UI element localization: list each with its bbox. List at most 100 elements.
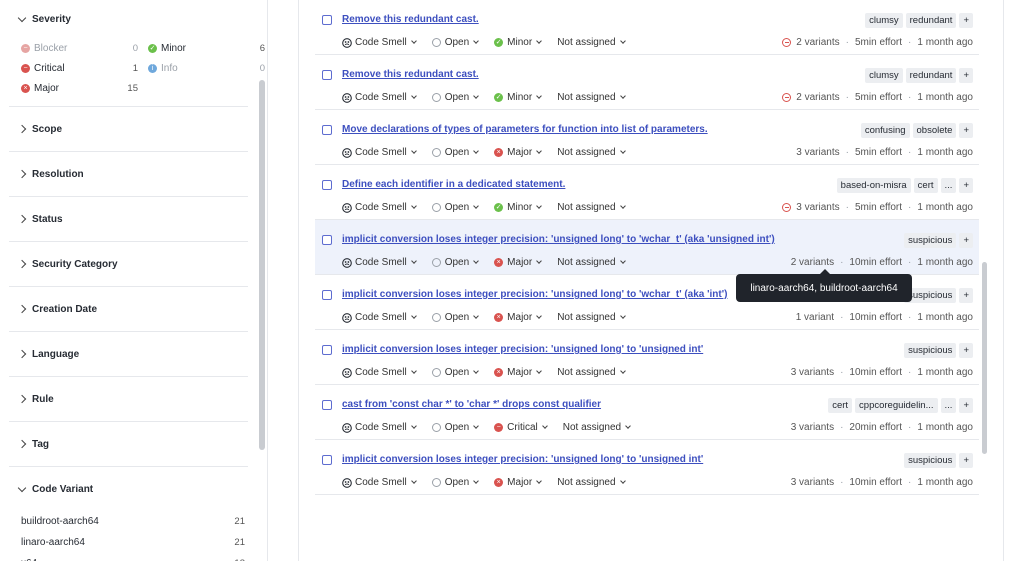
issue-tag[interactable]: based-on-misra: [836, 178, 911, 193]
facet-header[interactable]: Creation Date: [9, 287, 248, 331]
add-tag-button[interactable]: +: [959, 123, 973, 138]
issue-severity-dropdown[interactable]: × Major: [494, 257, 543, 268]
more-tags-button[interactable]: ...: [940, 398, 957, 413]
code-variant-option[interactable]: x64 18: [21, 553, 245, 561]
facet-header[interactable]: Tag: [9, 422, 248, 466]
facet-header[interactable]: Scope: [9, 107, 248, 151]
issue-assignee-dropdown[interactable]: Not assigned: [557, 147, 626, 158]
issue-tag[interactable]: confusing: [860, 123, 910, 138]
issue-status-dropdown[interactable]: Open: [431, 92, 480, 103]
issue-type-dropdown[interactable]: Code Smell: [342, 367, 417, 378]
issues-scrollbar[interactable]: [982, 262, 987, 454]
issue-type-dropdown[interactable]: Code Smell: [342, 312, 417, 323]
issue-status-dropdown[interactable]: Open: [431, 312, 480, 323]
sidebar-scrollbar[interactable]: [259, 80, 265, 450]
issue-assignee-dropdown[interactable]: Not assigned: [557, 312, 626, 323]
issue-variants[interactable]: 2 variants: [796, 92, 839, 103]
issue-status-dropdown[interactable]: Open: [431, 422, 480, 433]
issue-title-link[interactable]: implicit conversion loses integer precis…: [342, 344, 703, 355]
issue-status-dropdown[interactable]: Open: [431, 147, 480, 158]
issue-assignee-dropdown[interactable]: Not assigned: [557, 37, 626, 48]
add-tag-button[interactable]: +: [959, 398, 973, 413]
issue-status-dropdown[interactable]: Open: [431, 367, 480, 378]
issue-title-link[interactable]: implicit conversion loses integer precis…: [342, 454, 703, 465]
facet-header[interactable]: Rule: [9, 377, 248, 421]
issue-assignee-dropdown[interactable]: Not assigned: [557, 202, 626, 213]
severity-option-blocker[interactable]: − Blocker 0: [21, 38, 138, 58]
code-variant-option[interactable]: buildroot-aarch64 21: [21, 511, 245, 532]
issue-severity-dropdown[interactable]: ✓ Minor: [494, 37, 543, 48]
issue-variants[interactable]: 2 variants: [796, 37, 839, 48]
issue-tag[interactable]: clumsy: [865, 68, 903, 83]
issue-assignee-dropdown[interactable]: Not assigned: [557, 92, 626, 103]
issue-tag[interactable]: redundant: [905, 68, 957, 83]
issue-variants[interactable]: 3 variants: [796, 147, 839, 158]
facet-header[interactable]: Security Category: [9, 242, 248, 286]
issue-tag[interactable]: suspicious: [904, 343, 957, 358]
issue-assignee-dropdown[interactable]: Not assigned: [557, 367, 626, 378]
issue-severity-dropdown[interactable]: × Major: [494, 477, 543, 488]
issue-checkbox[interactable]: [322, 290, 332, 300]
issue-type-dropdown[interactable]: Code Smell: [342, 477, 417, 488]
issue-type-dropdown[interactable]: Code Smell: [342, 422, 417, 433]
issue-checkbox[interactable]: [322, 70, 332, 80]
issue-checkbox[interactable]: [322, 235, 332, 245]
issue-title-link[interactable]: Remove this redundant cast.: [342, 14, 479, 25]
issue-assignee-dropdown[interactable]: Not assigned: [563, 422, 631, 433]
issue-title-link[interactable]: implicit conversion loses integer precis…: [342, 289, 727, 300]
issue-type-dropdown[interactable]: Code Smell: [342, 37, 417, 48]
severity-option-critical[interactable]: − Critical 1: [21, 58, 138, 78]
issue-variants[interactable]: 1 variant: [796, 312, 834, 323]
add-tag-button[interactable]: +: [959, 178, 973, 193]
issue-status-dropdown[interactable]: Open: [431, 37, 480, 48]
severity-option-major[interactable]: × Major 15: [21, 78, 138, 98]
code-variant-option[interactable]: linaro-aarch64 21: [21, 532, 245, 553]
issue-checkbox[interactable]: [322, 15, 332, 25]
issue-variants[interactable]: 3 variants: [791, 367, 834, 378]
issue-title-link[interactable]: Define each identifier in a dedicated st…: [342, 179, 565, 190]
issue-title-link[interactable]: Move declarations of types of parameters…: [342, 124, 708, 135]
issue-severity-dropdown[interactable]: × Major: [494, 147, 543, 158]
facet-code-variant-header[interactable]: Code Variant: [9, 467, 248, 511]
issue-severity-dropdown[interactable]: × Major: [494, 367, 543, 378]
issue-variants[interactable]: 3 variants: [791, 422, 834, 433]
issue-checkbox[interactable]: [322, 400, 332, 410]
facet-header[interactable]: Status: [9, 197, 248, 241]
add-tag-button[interactable]: +: [959, 233, 973, 248]
issue-tag[interactable]: obsolete: [912, 123, 957, 138]
issue-severity-dropdown[interactable]: − Critical: [494, 422, 548, 433]
add-tag-button[interactable]: +: [959, 343, 973, 358]
issue-status-dropdown[interactable]: Open: [431, 257, 480, 268]
facet-severity-header[interactable]: Severity: [9, 0, 248, 38]
issue-tag[interactable]: redundant: [905, 13, 957, 28]
issue-variants[interactable]: 3 variants: [791, 477, 834, 488]
issue-severity-dropdown[interactable]: ✓ Minor: [494, 202, 543, 213]
severity-option-info[interactable]: i Info 0: [148, 58, 265, 78]
issue-status-dropdown[interactable]: Open: [431, 202, 480, 213]
issue-title-link[interactable]: cast from 'const char *' to 'char *' dro…: [342, 399, 601, 410]
facet-header[interactable]: Resolution: [9, 152, 248, 196]
add-tag-button[interactable]: +: [959, 288, 973, 303]
issue-checkbox[interactable]: [322, 180, 332, 190]
issue-tag[interactable]: suspicious: [904, 233, 957, 248]
add-tag-button[interactable]: +: [959, 453, 973, 468]
issue-checkbox[interactable]: [322, 455, 332, 465]
issue-tag[interactable]: cert: [828, 398, 853, 413]
add-tag-button[interactable]: +: [959, 13, 973, 28]
issue-status-dropdown[interactable]: Open: [431, 477, 480, 488]
issue-variants[interactable]: 3 variants: [796, 202, 839, 213]
issue-type-dropdown[interactable]: Code Smell: [342, 202, 417, 213]
issue-checkbox[interactable]: [322, 345, 332, 355]
issue-type-dropdown[interactable]: Code Smell: [342, 147, 417, 158]
severity-option-minor[interactable]: ✓ Minor 6: [148, 38, 265, 58]
more-tags-button[interactable]: ...: [940, 178, 957, 193]
add-tag-button[interactable]: +: [959, 68, 973, 83]
issue-tag[interactable]: cert: [913, 178, 938, 193]
issue-severity-dropdown[interactable]: ✓ Minor: [494, 92, 543, 103]
issue-title-link[interactable]: implicit conversion loses integer precis…: [342, 234, 775, 245]
issue-assignee-dropdown[interactable]: Not assigned: [557, 477, 626, 488]
issue-type-dropdown[interactable]: Code Smell: [342, 92, 417, 103]
issue-variants[interactable]: 2 variants: [791, 257, 834, 268]
issue-tag[interactable]: suspicious: [904, 453, 957, 468]
facet-header[interactable]: Language: [9, 332, 248, 376]
